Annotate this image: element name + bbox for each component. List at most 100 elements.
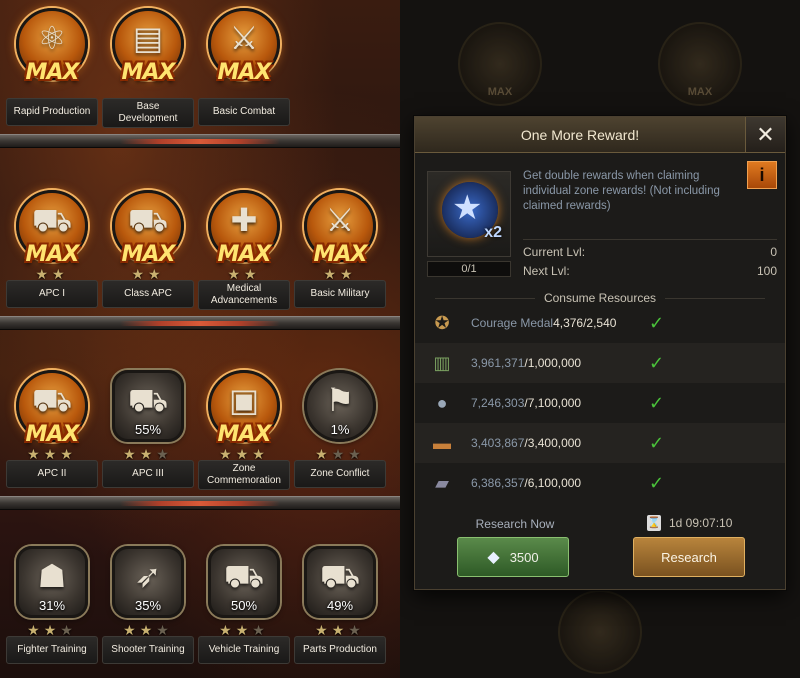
- resource-owned: 3,403,867: [471, 436, 525, 450]
- research-progress: 55%: [134, 422, 162, 437]
- reward-icon[interactable]: x2: [427, 171, 511, 257]
- research-label: Rapid Production: [6, 98, 98, 126]
- one-more-reward-dialog: One More Reward! ✕ x2 0/1 Get double rew…: [414, 116, 786, 590]
- hourglass-icon: ⌛: [647, 515, 661, 531]
- research-label: Basic Military: [294, 280, 386, 308]
- research-label: APC III: [102, 460, 194, 488]
- rifleman-icon: ➶: [134, 558, 162, 594]
- truck-icon: ⛟: [31, 382, 73, 418]
- current-level-value: 0: [770, 245, 777, 259]
- max-badge: MAX: [25, 422, 80, 447]
- max-badge: MAX: [121, 242, 176, 267]
- research-node-base-development[interactable]: ▤ MAX Base Development: [102, 2, 194, 152]
- research-now-button[interactable]: ◆ 3500: [457, 537, 569, 577]
- research-label: Parts Production: [294, 636, 386, 664]
- crossed-swords-icon: ⚔: [325, 202, 355, 238]
- resource-required: /3,400,000: [524, 436, 582, 450]
- resource-amount: Courage Medal4,376/2,540: [471, 316, 631, 330]
- oil-drop-icon: ●: [436, 392, 448, 413]
- resource-owned: 4,376: [553, 316, 584, 330]
- current-level-label: Current Lvl:: [523, 245, 586, 259]
- research-node-rapid-production[interactable]: ⚛ MAX Rapid Production: [6, 2, 98, 152]
- flag-icon: ⚑: [325, 382, 355, 418]
- multiplier-label: x2: [484, 224, 502, 241]
- reward-panel: MAX MAX One More Reward! ✕ x2 0/1 Get do…: [400, 0, 800, 678]
- research-node-class-apc[interactable]: ⛟ MAX ★★ Class APC: [102, 184, 194, 334]
- research-timer: ⌛ 1d 09:07:10: [647, 515, 732, 531]
- resource-name: Courage Medal: [471, 316, 554, 330]
- max-badge: MAX: [25, 60, 80, 85]
- research-button-label: Research: [661, 549, 717, 565]
- resource-row: ✪ Courage Medal4,376/2,540 ✓: [415, 303, 785, 343]
- resource-row: ● 7,246,303/7,100,000 ✓: [415, 383, 785, 423]
- resource-row: ▰ 6,386,357/6,100,000 ✓: [415, 463, 785, 503]
- check-icon: ✓: [649, 352, 665, 373]
- stack-icon: ▤: [132, 20, 164, 56]
- research-node-parts-production[interactable]: ⛟ 49% ★★★ Parts Production: [294, 540, 386, 678]
- research-node-zone-conflict[interactable]: ⚑ 1% ★★★ Zone Conflict: [294, 364, 386, 514]
- max-badge: MAX: [121, 60, 176, 85]
- research-node-basic-military[interactable]: ⚔ MAX ★★ Basic Military: [294, 184, 386, 334]
- research-label: Zone Commemoration: [198, 460, 290, 490]
- resource-required: /7,100,000: [524, 396, 582, 410]
- research-tree-panel: ⚛ MAX Rapid Production ▤ MAX Base Development…: [0, 0, 400, 678]
- research-progress: 31%: [38, 598, 66, 613]
- resource-amount: 3,961,371/1,000,000: [471, 356, 631, 370]
- max-badge: MAX: [217, 242, 272, 267]
- research-label: Base Development: [102, 98, 194, 128]
- background-badge-2: MAX: [658, 22, 742, 106]
- research-node-shooter-training[interactable]: ➶ 35% ★★★ Shooter Training: [102, 540, 194, 678]
- reward-progress: 0/1: [427, 261, 511, 277]
- helmet-icon: ☗: [37, 558, 67, 594]
- next-level-label: Next Lvl:: [523, 264, 570, 278]
- max-badge: MAX: [217, 60, 272, 85]
- timer-value: 1d 09:07:10: [669, 516, 733, 530]
- research-label: Vehicle Training: [198, 636, 290, 664]
- crossed-swords-icon: ⚔: [229, 20, 259, 56]
- close-button[interactable]: ✕: [745, 117, 785, 153]
- resource-owned: 3,961,371: [471, 356, 525, 370]
- background-badge-2-text: MAX: [687, 86, 713, 98]
- truck-icon: ⛟: [31, 202, 73, 238]
- research-now-label: Research Now: [475, 517, 555, 531]
- resource-row: ▥ 3,961,371/1,000,000 ✓: [415, 343, 785, 383]
- resource-owned: 7,246,303: [471, 396, 525, 410]
- resource-amount: 7,246,303/7,100,000: [471, 396, 631, 410]
- research-node-apc-iii[interactable]: ⛟ 55% ★★★ APC III: [102, 364, 194, 514]
- research-row-1: ⚛ MAX Rapid Production ▤ MAX Base Development…: [0, 0, 400, 170]
- research-node-medical-advancements[interactable]: ✚ MAX ★★ Medical Advancements: [198, 184, 290, 334]
- gem-icon: ◆: [487, 549, 500, 566]
- research-label: Class APC: [102, 280, 194, 308]
- research-progress: 50%: [230, 598, 258, 613]
- close-icon: ✕: [756, 121, 775, 147]
- steel-icon: ▰: [435, 472, 449, 493]
- background-badge-1-text: MAX: [487, 86, 513, 98]
- research-button[interactable]: Research: [633, 537, 745, 577]
- resource-required: /1,000,000: [524, 356, 582, 370]
- research-label: Medical Advancements: [198, 280, 290, 310]
- research-node-vehicle-training[interactable]: ⛟ 50% ★★★ Vehicle Training: [198, 540, 290, 678]
- research-node-apc-ii[interactable]: ⛟ MAX ★★★ APC II: [6, 364, 98, 514]
- research-row-4: ☗ 31% ★★★ Fighter Training ➶ 35% ★★★ Shooter Tr…: [0, 538, 400, 678]
- research-row-3: ⛟ MAX ★★★ APC II ⛟ 55% ★★★ APC III ▣ MAX ★★★ Zone C…: [0, 362, 400, 532]
- research-node-zone-commemoration[interactable]: ▣ MAX ★★★ Zone Commemoration: [198, 364, 290, 514]
- divider-line: [523, 239, 777, 240]
- medkit-icon: ✚: [230, 202, 258, 238]
- research-node-apc-i[interactable]: ⛟ MAX ★★ APC I: [6, 184, 98, 334]
- research-progress: 1%: [330, 422, 350, 437]
- research-label: APC II: [6, 460, 98, 488]
- resource-amount: 6,386,357/6,100,000: [471, 476, 631, 490]
- cash-icon: ▥: [433, 352, 451, 373]
- truck-icon: ⛟: [127, 382, 169, 418]
- research-progress: 49%: [326, 598, 354, 613]
- info-button[interactable]: i: [747, 161, 777, 189]
- research-node-basic-combat[interactable]: ⚔ MAX Basic Combat: [198, 2, 290, 152]
- background-badge-3: [558, 590, 642, 674]
- resource-amount: 3,403,867/3,400,000: [471, 436, 631, 450]
- check-icon: ✓: [649, 432, 665, 453]
- medal-icon: ✪: [434, 312, 450, 333]
- next-level-row: Next Lvl: 100: [523, 264, 777, 278]
- research-progress: 35%: [134, 598, 162, 613]
- research-label: Zone Conflict: [294, 460, 386, 488]
- research-node-fighter-training[interactable]: ☗ 31% ★★★ Fighter Training: [6, 540, 98, 678]
